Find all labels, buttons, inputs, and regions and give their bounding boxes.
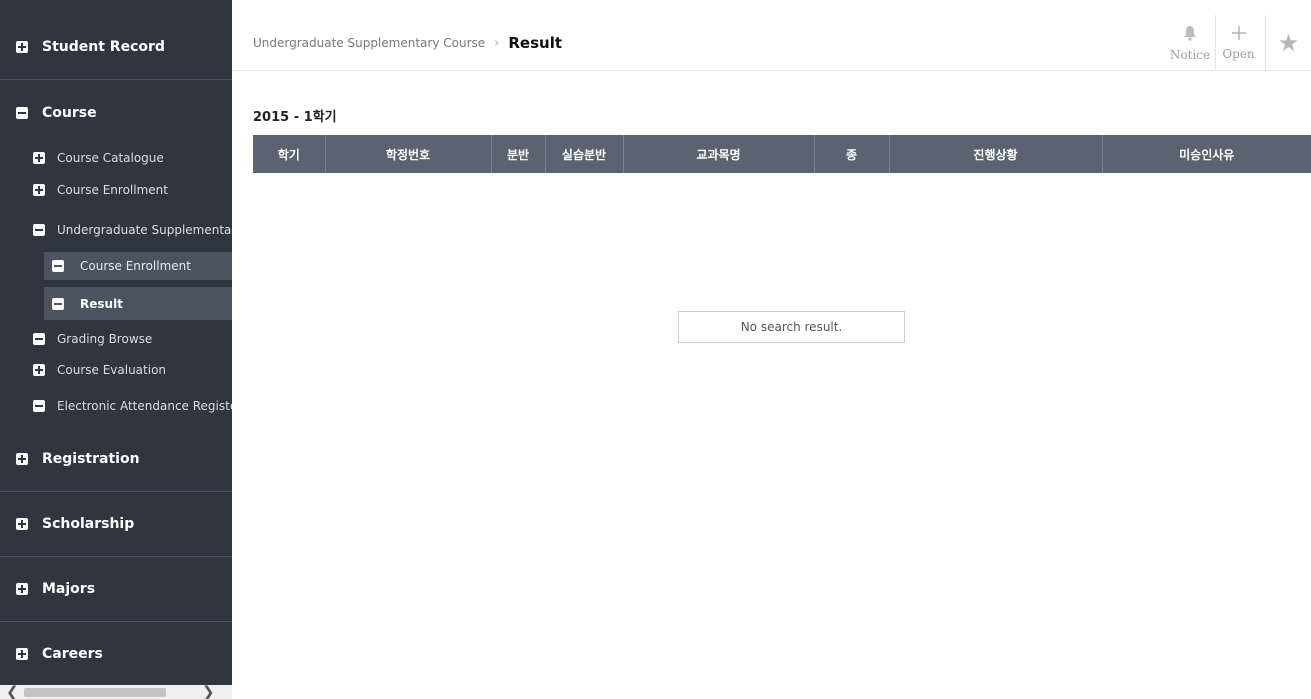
page-title: Result — [508, 34, 563, 52]
sidebar-item-course-evaluation[interactable]: Course Evaluation — [0, 356, 232, 384]
star-icon: ★ — [1277, 29, 1300, 57]
plus-box-icon — [16, 518, 28, 530]
sidebar-item-label: Grading Browse — [57, 332, 153, 346]
sidebar-item-label: Result — [80, 296, 123, 311]
sidebar-item-label: Student Record — [42, 38, 165, 55]
column-header: 미승인사유 — [1101, 135, 1311, 173]
column-header: 교과목명 — [622, 135, 814, 173]
scroll-right-icon[interactable]: ❯ — [202, 683, 215, 699]
sidebar-item-undergraduate-supplementary[interactable]: Undergraduate Supplementary — [0, 216, 232, 244]
column-header: 분반 — [490, 135, 545, 173]
sidebar-item-course[interactable]: Course — [0, 80, 232, 146]
breadcrumb-parent[interactable]: Undergraduate Supplementary Course — [253, 36, 485, 50]
plus-box-icon — [33, 152, 45, 164]
table-header-row: 학기 학정번호 분반 실습분반 교과목명 종 진행상황 미승인사유 — [253, 135, 1311, 173]
page-header: Undergraduate Supplementary Course › Res… — [232, 15, 1311, 71]
column-header: 학기 — [253, 135, 325, 173]
empty-result-message: No search result. — [678, 311, 905, 343]
sidebar-item-supplementary-course-enrollment[interactable]: Course Enrollment — [44, 252, 232, 280]
minus-box-icon — [33, 333, 45, 345]
sidebar-item-label: Electronic Attendance Register — [57, 399, 232, 413]
column-header: 진행상황 — [888, 135, 1102, 173]
sidebar-item-label: Course Enrollment — [80, 259, 191, 273]
term-title: 2015 - 1학기 — [253, 110, 337, 125]
plus-box-icon — [16, 452, 28, 465]
breadcrumb: Undergraduate Supplementary Course › Res… — [253, 34, 562, 52]
open-button[interactable]: Open — [1215, 15, 1261, 71]
plus-box-icon — [16, 40, 28, 53]
sidebar-item-grading-browse[interactable]: Grading Browse — [0, 325, 232, 353]
minus-box-icon — [16, 107, 28, 119]
sidebar-item-registration[interactable]: Registration — [0, 426, 232, 492]
minus-box-icon — [33, 400, 45, 412]
column-header: 실습분반 — [544, 135, 623, 173]
sidebar-item-scholarship[interactable]: Scholarship — [0, 492, 232, 557]
sidebar-nav: Student Record Course Course Catalogue C… — [0, 0, 232, 699]
favorite-button[interactable]: ★ — [1265, 15, 1311, 71]
sidebar-item-label: Course Evaluation — [57, 363, 167, 377]
sidebar-item-course-catalogue[interactable]: Course Catalogue — [0, 144, 232, 172]
plus-box-icon — [16, 583, 28, 595]
column-header: 종 — [813, 135, 889, 173]
plus-icon — [1231, 25, 1246, 44]
column-header: 학정번호 — [324, 135, 491, 173]
sidebar-item-student-record[interactable]: Student Record — [0, 14, 232, 80]
sidebar-item-label: Scholarship — [42, 516, 135, 532]
notice-button[interactable]: Notice — [1167, 15, 1213, 71]
bell-icon — [1183, 25, 1197, 45]
breadcrumb-separator: › — [494, 35, 500, 51]
plus-box-icon — [16, 648, 28, 660]
sidebar-item-label: Course Catalogue — [57, 151, 164, 165]
sidebar-item-label: Registration — [42, 450, 140, 467]
sidebar-item-result[interactable]: Result — [44, 287, 232, 320]
sidebar-horizontal-scrollbar[interactable]: ❮ ❯ — [0, 683, 232, 699]
minus-box-icon — [52, 297, 64, 310]
notice-label: Notice — [1169, 47, 1211, 62]
sidebar-item-careers[interactable]: Careers — [0, 622, 232, 686]
sidebar-item-course-enrollment[interactable]: Course Enrollment — [0, 176, 232, 204]
open-label: Open — [1222, 46, 1255, 61]
scroll-left-icon[interactable]: ❮ — [6, 683, 19, 699]
minus-box-icon — [33, 224, 45, 236]
plus-box-icon — [33, 184, 45, 196]
sidebar-item-majors[interactable]: Majors — [0, 557, 232, 622]
result-table: 학기 학정번호 분반 실습분반 교과목명 종 진행상황 미승인사유 — [253, 135, 1311, 173]
plus-box-icon — [33, 364, 45, 376]
sidebar-item-label: Majors — [42, 581, 96, 597]
sidebar-item-label: Undergraduate Supplementary — [57, 223, 232, 237]
minus-box-icon — [52, 260, 64, 272]
sidebar-item-label: Course Enrollment — [57, 183, 168, 197]
sidebar-item-label: Careers — [42, 646, 103, 662]
sidebar-item-electronic-attendance[interactable]: Electronic Attendance Register — [0, 392, 232, 420]
scrollbar-thumb[interactable] — [24, 688, 166, 697]
sidebar-item-label: Course — [42, 105, 97, 121]
